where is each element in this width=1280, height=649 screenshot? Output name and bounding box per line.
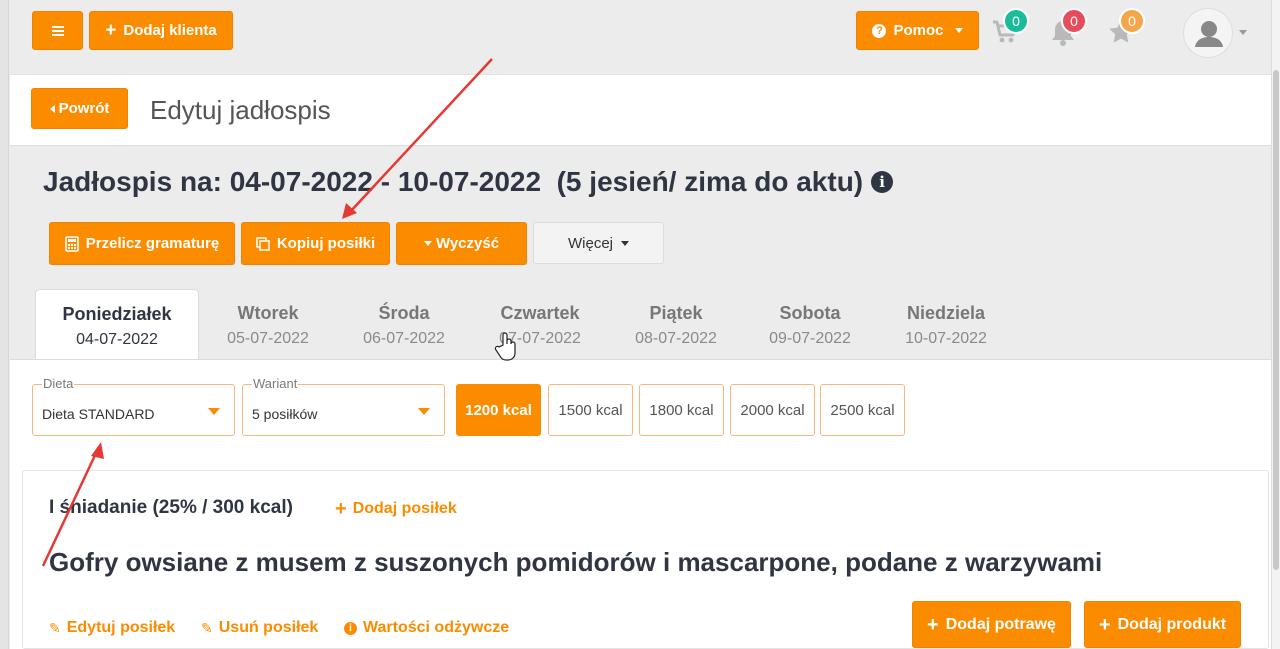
cart-count-badge: 0 — [1003, 8, 1029, 34]
hamburger-menu-button[interactable] — [32, 11, 83, 50]
info-icon[interactable]: i — [871, 171, 894, 193]
help-label: Pomoc — [893, 22, 944, 39]
add-dish-label: Dodaj potrawę — [945, 615, 1056, 633]
more-dropdown-button[interactable]: Więcej — [533, 222, 664, 264]
back-button[interactable]: Powrót — [31, 88, 128, 129]
day-tabs: Poniedziałek 04-07-2022 Wtorek 05-07-202… — [10, 285, 1271, 360]
user-avatar[interactable] — [1183, 8, 1233, 58]
page-title: Edytuj jadłospis — [150, 95, 331, 125]
window-left-edge — [0, 0, 9, 649]
meal-section-title: I śniadanie (25% / 300 kcal) — [49, 497, 293, 518]
vertical-scrollbar[interactable] — [1271, 0, 1280, 649]
delete-meal-label: Usuń posiłek — [218, 619, 319, 636]
clear-dropdown-button[interactable]: Wyczyść — [396, 222, 527, 265]
meal-name: Gofry owsiane z musem z suszonych pomido… — [49, 547, 1103, 577]
nutrition-values-label: Wartości odżywcze — [363, 619, 510, 636]
page-header: Edytuj jadłospis — [10, 74, 1271, 146]
diet-select-label: Dieta — [42, 376, 75, 391]
caret-down-icon — [423, 241, 432, 246]
edit-meal-label: Edytuj posiłek — [66, 619, 176, 636]
variant-select-value: 5 posiłków — [252, 406, 318, 422]
add-meal-label: Dodaj posiłek — [352, 500, 457, 517]
question-circle-icon: ? — [872, 23, 887, 38]
tab-monday[interactable]: Poniedziałek 04-07-2022 — [35, 289, 199, 360]
caret-down-icon — [954, 28, 963, 33]
recalculate-button[interactable]: Przelicz gramaturę — [49, 222, 235, 265]
caret-down-icon — [621, 240, 629, 246]
chevron-left-icon — [49, 104, 55, 113]
calculator-icon — [64, 235, 79, 252]
pencil-icon: ✎ — [49, 619, 61, 636]
user-icon — [1195, 21, 1223, 47]
copy-meals-button[interactable]: Kopiuj posiłki — [241, 222, 390, 265]
back-label: Powrót — [58, 100, 110, 117]
tab-date-label: 04-07-2022 — [76, 331, 158, 348]
nutrition-values-link[interactable]: i Wartości odżywcze — [344, 619, 509, 637]
kcal-option-2000[interactable]: 2000 kcal — [730, 384, 815, 436]
pencil-icon: ✎ — [201, 619, 213, 636]
annotation-arrowhead — [342, 203, 357, 219]
menu-heading: Jadłospis na: 04-07-2022 - 10-07-2022 (5… — [43, 166, 894, 198]
tab-sunday[interactable]: Niedziela 10-07-2022 — [864, 289, 1028, 360]
scrollbar-thumb[interactable] — [1273, 70, 1279, 570]
add-client-button[interactable]: + Dodaj klienta — [89, 11, 233, 50]
tab-day-label: Niedziela — [906, 303, 986, 323]
kcal-option-2500[interactable]: 2500 kcal — [820, 384, 905, 436]
more-label: Więcej — [567, 234, 613, 252]
cart-button[interactable]: 0 — [991, 8, 1029, 52]
variant-select[interactable]: Wariant 5 posiłków — [242, 376, 445, 436]
add-product-label: Dodaj produkt — [1117, 615, 1227, 633]
copy-meals-label: Kopiuj posiłki — [276, 235, 376, 252]
user-menu-caret-icon[interactable] — [1239, 30, 1247, 35]
notifications-count-badge: 0 — [1061, 8, 1087, 34]
favorites-button[interactable]: 0 — [1107, 8, 1145, 52]
clear-label: Wyczyść — [435, 235, 500, 252]
plus-icon: + — [927, 613, 939, 636]
caret-down-icon — [208, 408, 220, 415]
kcal-option-1800[interactable]: 1800 kcal — [639, 384, 724, 436]
kcal-option-1500[interactable]: 1500 kcal — [548, 384, 633, 436]
help-dropdown-button[interactable]: ? Pomoc — [856, 11, 979, 50]
variant-select-label: Wariant — [252, 376, 299, 391]
diet-select[interactable]: Dieta Dieta STANDARD — [32, 376, 235, 436]
plus-icon: + — [105, 20, 117, 41]
plus-icon: + — [335, 498, 347, 520]
add-client-label: Dodaj klienta — [123, 22, 217, 39]
caret-down-icon — [418, 408, 430, 415]
recalculate-label: Przelicz gramaturę — [85, 235, 220, 252]
favorites-count-badge: 0 — [1119, 8, 1145, 34]
diet-select-value: Dieta STANDARD — [42, 406, 155, 422]
delete-meal-link[interactable]: ✎ Usuń posiłek — [201, 619, 318, 637]
info-circle-icon: i — [344, 621, 357, 635]
add-meal-link[interactable]: + Dodaj posiłek — [335, 499, 457, 519]
add-dish-button[interactable]: + Dodaj potrawę — [912, 601, 1071, 648]
menu-title: Jadłospis na: 04-07-2022 - 10-07-2022 (5… — [43, 166, 864, 197]
tab-day-label: Poniedziałek — [62, 304, 172, 324]
kcal-option-1200[interactable]: 1200 kcal — [456, 384, 541, 436]
edit-meal-link[interactable]: ✎ Edytuj posiłek — [49, 619, 175, 637]
copy-icon — [256, 236, 270, 251]
notifications-button[interactable]: 0 — [1049, 8, 1087, 52]
tab-date-label: 10-07-2022 — [905, 330, 987, 347]
add-product-button[interactable]: + Dodaj produkt — [1084, 601, 1241, 648]
hamburger-icon — [51, 24, 64, 38]
plus-icon: + — [1098, 613, 1111, 636]
